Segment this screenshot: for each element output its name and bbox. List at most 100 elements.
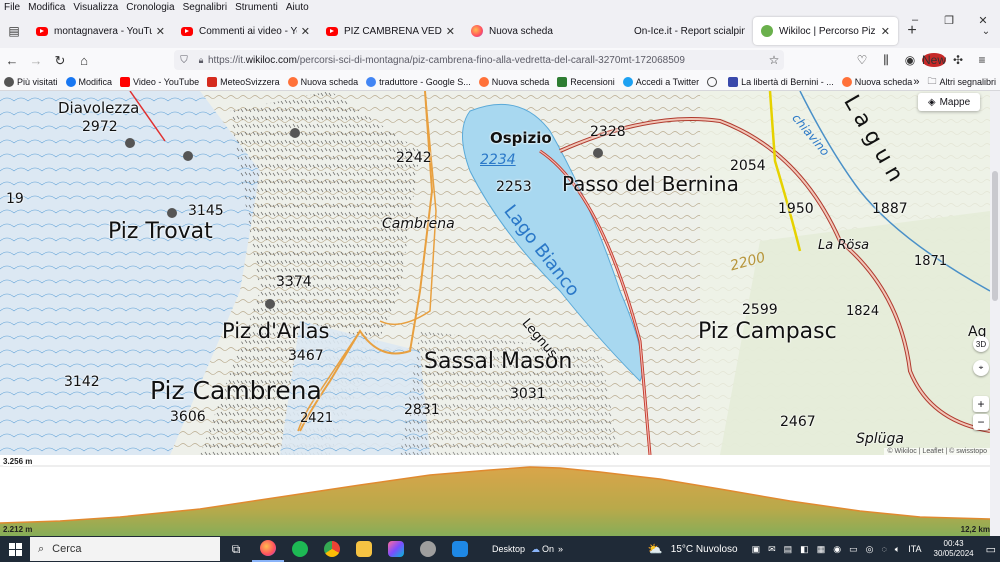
window-controls: – ❐ ✕ [898, 14, 1000, 28]
bookmark-item[interactable]: Modifica [62, 76, 117, 87]
network-icon[interactable]: ◌ [877, 544, 890, 554]
extension-badge-icon[interactable]: New [922, 53, 946, 67]
bookmark-item[interactable]: Accedi a Twitter [619, 76, 703, 87]
desktop-toolbar[interactable]: Desktop [488, 544, 529, 554]
bookmark-item[interactable]: Recensioni [553, 76, 619, 87]
elevation-label: 3142 [64, 374, 100, 390]
elevation-label: 2421 [300, 411, 334, 426]
minimize-button[interactable]: – [898, 14, 932, 28]
tray-app-icon[interactable]: ◉ [829, 544, 845, 555]
pocket-icon[interactable]: ♡ [850, 53, 874, 67]
map-attribution[interactable]: © Wikiloc | Leaflet | © swisstopo [884, 448, 990, 455]
tab-piz-cambrena-video[interactable]: PIZ CAMBRENA VEDRETTA 326 ✕ [318, 17, 463, 45]
wikiloc-icon [761, 25, 773, 37]
elevation-profile-chart [0, 465, 990, 536]
page-scrollbar[interactable] [990, 91, 1000, 536]
bookmarks-right: » 🗀︎ Altri segnalibri [905, 73, 996, 91]
tray-app-icon[interactable]: ▭ [845, 544, 862, 555]
forward-button[interactable]: → [24, 53, 48, 68]
locate-icon[interactable]: ⌖ [973, 360, 989, 376]
close-tab-icon[interactable]: ✕ [446, 25, 455, 38]
language-indicator[interactable]: ITA [904, 544, 925, 554]
bookmark-item[interactable]: MeteoSvizzera [203, 76, 284, 87]
file-explorer-icon[interactable] [348, 536, 380, 562]
library-icon[interactable]: ⫼ [874, 53, 898, 68]
weather-icon[interactable]: ⛅ [644, 542, 667, 556]
map-layers-button[interactable]: ◈ Mappe [918, 93, 980, 111]
clock[interactable]: 00:43 30/05/2024 [926, 539, 982, 559]
view-3d-button[interactable]: 3D [973, 336, 989, 352]
spotify-icon[interactable] [284, 536, 316, 562]
chrome-icon[interactable] [316, 536, 348, 562]
scrollbar-thumb[interactable] [992, 171, 998, 301]
tab-on-ice[interactable]: On-Ice.it - Report scialpinismo - Piz [608, 17, 753, 45]
close-tab-icon[interactable]: ✕ [156, 25, 165, 38]
menu-icon[interactable]: ≡ [970, 53, 994, 67]
speaker-icon[interactable]: 🔈︎ [891, 544, 904, 555]
tray-app-icon[interactable]: ◎ [862, 544, 878, 555]
shield-icon[interactable]: ⛉ [174, 55, 194, 66]
tab-montagnavera[interactable]: montagnavera - YouTube ✕ [28, 17, 173, 45]
onedrive-icon[interactable]: ☁ [529, 544, 542, 555]
place-label: Ospizio [490, 129, 552, 147]
close-window-button[interactable]: ✕ [966, 14, 1000, 28]
menu-visualizza[interactable]: Visualizza [69, 2, 122, 13]
bookmark-item[interactable]: Nuova scheda [284, 76, 363, 87]
taskbar: ⌕ Cerca ⧉ Desktop ☁ On » ⛅ 15°C Nuvoloso … [0, 536, 1000, 562]
bookmark-item[interactable]: traduttore - Google S... [362, 76, 475, 87]
bookmark-star-icon[interactable]: ☆ [764, 53, 784, 67]
url-text[interactable]: https://it.wikiloc.com/percorsi-sci-di-m… [208, 55, 764, 66]
close-tab-icon[interactable]: ✕ [881, 25, 890, 38]
menu-modifica[interactable]: Modifica [24, 2, 69, 13]
bookmark-item[interactable]: Nuova scheda [475, 76, 554, 87]
bookmark-item[interactable]: Video - YouTube [116, 76, 203, 87]
zoom-in-button[interactable]: + [973, 396, 989, 412]
tray-app-icon[interactable]: ▣ [748, 544, 765, 555]
overflow-chevron-icon[interactable]: » [554, 544, 567, 554]
restore-button[interactable]: ❐ [932, 14, 966, 28]
tab-commenti[interactable]: Commenti ai video - YouTube S ✕ [173, 17, 318, 45]
menu-aiuto[interactable]: Aiuto [282, 2, 313, 13]
min-elevation-label: 2.212 m [3, 525, 33, 534]
back-button[interactable]: ← [0, 53, 24, 68]
taskbar-search[interactable]: ⌕ Cerca [30, 537, 220, 561]
account-icon[interactable]: ◉ [898, 53, 922, 67]
tab-list-icon[interactable]: ▤ [0, 17, 28, 45]
close-tab-icon[interactable]: ✕ [301, 25, 310, 38]
tab-label: PIZ CAMBRENA VEDRETTA 326 [344, 25, 442, 37]
elevation-profile[interactable]: 3.256 m 2.212 m 12,2 km [0, 455, 990, 536]
onedrive-label[interactable]: On [542, 544, 554, 554]
zoom-out-button[interactable]: − [973, 414, 989, 430]
tray-app-icon[interactable]: ✉ [764, 544, 780, 555]
youtube-icon [36, 26, 48, 36]
notification-icon[interactable]: ▭ [982, 543, 1000, 556]
menu-segnalibri[interactable]: Segnalibri [179, 2, 231, 13]
photos-icon[interactable] [380, 536, 412, 562]
other-bookmarks[interactable]: Altri segnalibri [939, 77, 996, 87]
firefox-icon [841, 76, 852, 87]
tray-app-icon[interactable]: ▦ [813, 544, 830, 555]
tray-app-icon[interactable]: ▤ [780, 544, 797, 555]
extensions-icon[interactable]: ✣ [946, 53, 970, 67]
url-bar[interactable]: ⛉ 🔒︎ https://it.wikiloc.com/percorsi-sci… [174, 50, 784, 70]
tab-nuova-scheda[interactable]: Nuova scheda [463, 17, 608, 45]
lock-icon[interactable]: 🔒︎ [194, 55, 208, 66]
tray-app-icon[interactable]: ◧ [796, 544, 813, 555]
task-view-icon[interactable]: ⧉ [220, 536, 252, 562]
bookmark-item[interactable]: Più visitati [0, 76, 62, 87]
reload-button[interactable]: ↻ [48, 53, 72, 69]
app-icon[interactable] [412, 536, 444, 562]
menu-strumenti[interactable]: Strumenti [231, 2, 282, 13]
weather-text[interactable]: 15°C Nuvoloso [667, 544, 748, 555]
tab-wikiloc[interactable]: Wikiloc | Percorso Piz Cambrena ✕ [753, 17, 898, 45]
map-app-icon[interactable] [444, 536, 476, 562]
menu-cronologia[interactable]: Cronologia [122, 2, 178, 13]
bookmark-item[interactable]: La libertà di Bernini - ... [724, 76, 838, 87]
menu-file[interactable]: File [0, 2, 24, 13]
firefox-taskbar-icon[interactable] [252, 536, 284, 562]
home-button[interactable]: ⌂ [72, 53, 96, 68]
windows-start-icon[interactable] [0, 536, 30, 562]
bookmarks-overflow-button[interactable]: » [905, 76, 927, 88]
bookmark-item[interactable] [703, 76, 724, 87]
map-view[interactable]: Diavolezza 2972 Piz Trovat 3145 3374 Piz… [0, 91, 990, 455]
